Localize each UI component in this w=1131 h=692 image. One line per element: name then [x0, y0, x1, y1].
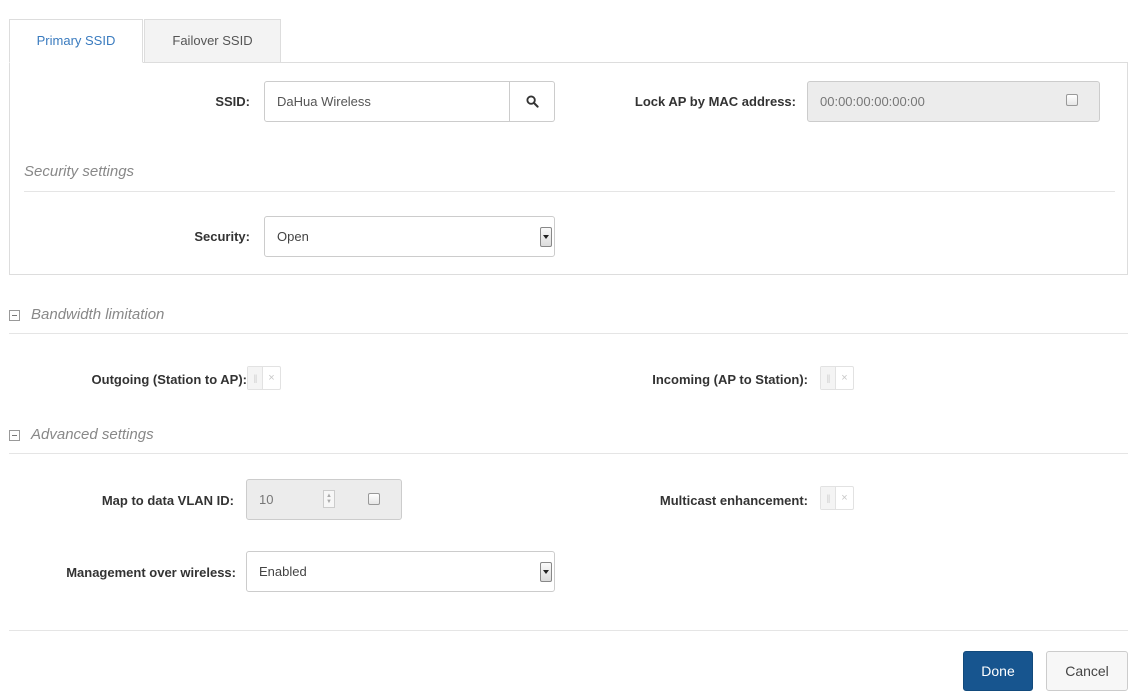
- security-settings-title: Security settings: [24, 163, 135, 180]
- incoming-label: Incoming (AP to Station):: [652, 372, 808, 387]
- security-select[interactable]: Open: [264, 216, 555, 257]
- management-label: Management over wireless:: [66, 565, 236, 580]
- ssid-label: SSID:: [215, 94, 250, 109]
- bandwidth-divider: [9, 333, 1128, 334]
- tab-failover-ssid[interactable]: Failover SSID: [144, 19, 281, 63]
- multicast-toggle[interactable]: || ×: [820, 486, 854, 510]
- toggle-knob: ||: [248, 367, 263, 389]
- vlan-label: Map to data VLAN ID:: [101, 493, 234, 508]
- close-icon: ×: [841, 492, 848, 504]
- toggle-knob: ||: [821, 487, 836, 509]
- lock-ap-mac-input: 00:00:00:00:00:00: [807, 81, 1100, 122]
- lock-ap-checkbox[interactable]: [1066, 94, 1078, 106]
- ssid-input[interactable]: DaHua Wireless: [264, 81, 510, 122]
- chevron-down-icon: [540, 561, 552, 582]
- security-select-value: Open: [277, 229, 309, 244]
- advanced-divider: [9, 453, 1128, 454]
- close-icon: ×: [268, 372, 275, 384]
- tab-primary-ssid[interactable]: Primary SSID: [9, 19, 143, 63]
- management-select[interactable]: Enabled: [246, 551, 555, 592]
- advanced-title: Advanced settings: [31, 426, 154, 443]
- bandwidth-title: Bandwidth limitation: [31, 306, 165, 323]
- management-select-value: Enabled: [259, 564, 307, 579]
- collapse-icon[interactable]: [9, 310, 20, 321]
- outgoing-toggle[interactable]: || ×: [247, 366, 281, 390]
- lock-ap-label: Lock AP by MAC address:: [634, 94, 796, 109]
- security-label: Security:: [194, 229, 250, 244]
- multicast-label: Multicast enhancement:: [659, 493, 808, 508]
- close-icon: ×: [841, 372, 848, 384]
- vlan-checkbox[interactable]: [368, 493, 380, 505]
- ssid-search-button[interactable]: [510, 81, 555, 122]
- toggle-knob: ||: [821, 367, 836, 389]
- incoming-toggle[interactable]: || ×: [820, 366, 854, 390]
- outgoing-label: Outgoing (Station to AP):: [91, 372, 247, 387]
- chevron-down-icon: [540, 226, 552, 247]
- footer-divider: [9, 630, 1128, 631]
- done-button[interactable]: Done: [963, 651, 1033, 691]
- search-icon: [525, 95, 539, 108]
- collapse-icon[interactable]: [9, 430, 20, 441]
- cancel-button[interactable]: Cancel: [1046, 651, 1128, 691]
- vlan-spinner-icon[interactable]: ▲ ▼: [323, 490, 335, 508]
- security-divider: [24, 191, 1115, 192]
